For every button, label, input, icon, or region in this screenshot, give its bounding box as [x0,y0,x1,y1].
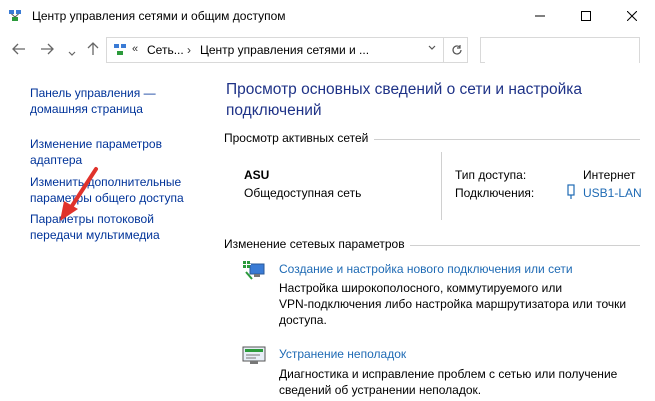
chevron-down-icon [68,51,76,56]
breadcrumb-network[interactable]: Сеть... [147,43,184,57]
page-title: Просмотр основных сведений о сети и наст… [226,79,626,121]
sidebar-item-control-panel-home[interactable]: Панель управления — домашняя страница [30,85,156,117]
new-connection-icon [242,259,265,280]
section-divider [374,139,640,140]
up-button[interactable] [87,42,99,61]
change-settings-heading: Изменение сетевых параметров [224,237,405,251]
network-category: Общедоступная сеть [244,186,362,200]
active-networks-heading: Просмотр активных сетей [224,131,369,145]
back-button[interactable] [12,42,26,60]
ethernet-adapter-icon [567,184,575,199]
refresh-icon [452,45,462,55]
access-type-label: Тип доступа: [455,168,527,182]
connection-link[interactable]: USB1-LAN [583,186,642,200]
troubleshoot-icon [242,346,266,364]
sidebar-item-label: Панель управления — [30,86,156,100]
forward-button[interactable] [40,42,54,60]
new-connection-link[interactable]: Создание и настройка нового подключения … [279,262,573,276]
description-line: Настройка широкополосного, коммутируемог… [279,281,563,295]
description-line: сведений об устранении неполадок. [279,383,482,397]
troubleshoot-link[interactable]: Устранение неполадок [279,347,406,361]
description-line: Диагностика и исправление проблем с сеть… [279,367,618,381]
description-line: доступа. [279,313,327,327]
vertical-divider [441,152,442,220]
window-title: Центр управления сетями и общим доступом [32,9,286,23]
minimize-button[interactable] [517,0,563,32]
address-bar[interactable]: « Сеть... › Центр управления сетями и ..… [106,37,468,63]
up-arrow-icon [87,42,99,55]
close-icon [627,11,637,21]
forward-arrow-icon [41,43,54,55]
access-type-value: Интернет [583,168,636,182]
breadcrumb-overflow-icon[interactable]: « [132,43,138,55]
breadcrumb-separator-icon[interactable]: › [187,43,191,57]
page-title-line: подключений [226,102,322,119]
back-arrow-icon [12,43,25,55]
network-center-icon [9,10,21,21]
minimize-icon [535,15,545,17]
maximize-icon [581,11,591,21]
sidebar-item-label: параметры общего доступа [30,191,184,205]
page-title-line: Просмотр основных сведений о сети и наст… [226,81,583,98]
maximize-button[interactable] [563,0,609,32]
sidebar-item-label: передачи мультимедиа [30,228,160,242]
title-bar: Центр управления сетями и общим доступом [0,0,655,32]
search-input[interactable] [485,39,639,63]
recent-locations-button[interactable] [68,44,76,62]
connections-label: Подключения: [455,186,535,200]
section-divider [410,245,640,246]
network-location-icon [114,44,126,55]
description-line: VPN-подключения либо настройка маршрутиз… [279,297,627,311]
new-connection-description: Настройка широкополосного, коммутируемог… [279,280,649,328]
sidebar-item-label: Изменить дополнительные [30,175,182,189]
troubleshoot-description: Диагностика и исправление проблем с сеть… [279,366,649,398]
breadcrumb-current[interactable]: Центр управления сетями и ... [200,43,369,57]
sidebar-item-label: домашняя страница [30,102,143,116]
close-button[interactable] [609,0,655,32]
sidebar-item-label: Изменение параметров [30,137,162,151]
network-name: ASU [244,168,270,182]
address-dropdown-icon[interactable] [428,42,436,54]
sidebar-item-advanced-sharing-settings[interactable]: Изменить дополнительные параметры общего… [30,174,184,206]
red-arrow-icon [60,167,98,221]
refresh-button[interactable] [443,38,470,62]
search-box[interactable] [480,37,640,63]
sidebar-item-change-adapter-settings[interactable]: Изменение параметров адаптера [30,136,162,168]
